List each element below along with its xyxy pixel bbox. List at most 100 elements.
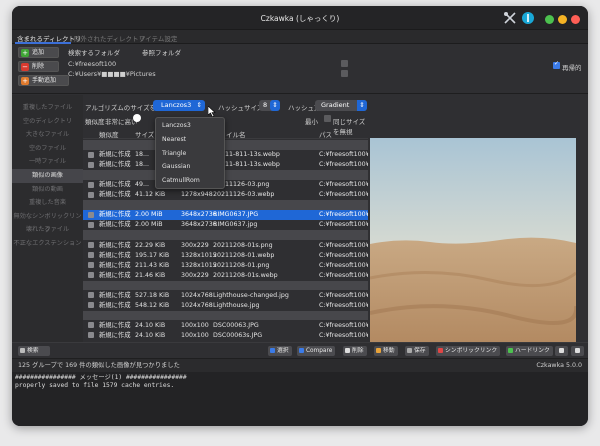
cell-sim: 新規に作成 (99, 161, 131, 169)
table-row[interactable]: 新規に作成 195.17 KiB 1328x1015 20211208-01.webp… (83, 251, 368, 261)
resize-algorithm-select[interactable]: Lanczos3 ⇕ (153, 100, 205, 111)
compare-label: Compare (306, 348, 333, 354)
group-separator-row[interactable] (83, 170, 368, 180)
group-separator-row[interactable] (83, 140, 368, 150)
tab-excluded[interactable]: 除外されたディレクトリ (74, 33, 145, 43)
table-row[interactable]: 新規に作成 527.18 KiB 1024x768 Lighthouse-change… (83, 291, 368, 301)
select-button[interactable]: 選択 (268, 346, 292, 356)
chevron-updown-icon[interactable]: ⇕ (270, 100, 280, 111)
row-checkbox[interactable] (88, 332, 94, 339)
sidebar-item[interactable]: 空のファイル (12, 142, 83, 156)
row-checkbox[interactable] (88, 161, 94, 168)
hash-method-select[interactable]: Gradient ⇕ (315, 100, 367, 111)
hardlink-button[interactable]: ハードリンク (506, 346, 553, 356)
row-checkbox[interactable] (88, 221, 94, 228)
delete-button[interactable]: 削除 (343, 346, 367, 356)
hash-method-value: Gradient (321, 101, 350, 109)
table-row[interactable]: 新規に作成 41.12 KiB 1278x948 20211126-03.webp C:… (83, 190, 368, 200)
table-row[interactable]: 新規に作成 18... 20211-811-13s.webp C:¥freesoft1… (83, 160, 368, 170)
search-button[interactable]: 検索 (18, 346, 50, 356)
sidebar-item[interactable]: 無効なシンボリックリンク (12, 210, 83, 234)
sidebar-item[interactable]: 重複した音楽 (12, 196, 83, 210)
sidebar-item[interactable]: 重複したファイル (12, 101, 83, 115)
tab-item-settings[interactable]: アイテム設定 (139, 33, 177, 43)
sidebar-item[interactable]: 不正なエクステンション (12, 237, 83, 251)
recursive-checkbox[interactable] (553, 60, 560, 69)
minimize-button[interactable] (558, 15, 567, 24)
dropdown-option[interactable]: Triangle (156, 147, 224, 160)
row-checkbox[interactable] (88, 181, 94, 188)
cell-sim: 新規に作成 (99, 191, 131, 199)
dropdown-option[interactable]: Nearest (156, 133, 224, 146)
table-row[interactable]: 新規に作成 548.12 KiB 1024x768 Lighthouse.jpg C:¥… (83, 301, 368, 311)
row-checkbox[interactable] (88, 322, 94, 329)
resize-algorithm-dropdown: Lanczos3 Nearest Triangle Gaussian CatmullRo… (155, 117, 225, 189)
chevron-updown-icon: ⇕ (357, 100, 367, 111)
dropdown-option[interactable]: Gaussian (156, 160, 224, 173)
cell-size: 22.29 KiB (135, 241, 166, 249)
dropdown-option[interactable]: CatmullRom (156, 174, 224, 187)
export-button[interactable] (571, 346, 584, 356)
cell-name: 20211208-01.webp (213, 251, 275, 259)
reference-checkbox[interactable] (341, 60, 348, 67)
info-icon[interactable] (521, 11, 535, 25)
save-button[interactable]: 保存 (405, 346, 429, 356)
manual-add-button[interactable]: + 手動追加 (18, 75, 69, 86)
group-separator-row[interactable] (83, 310, 368, 321)
results-table: 新規に作成 18... 20211-811-13s.webp C:¥freesoft1… (83, 140, 368, 342)
dropdown-option[interactable]: Lanczos3 (156, 119, 224, 132)
row-checkbox[interactable] (88, 191, 94, 198)
similarity-slider-handle[interactable] (133, 114, 141, 122)
row-checkbox[interactable] (88, 262, 94, 269)
tools-icon[interactable] (503, 11, 517, 25)
col-path[interactable]: パス (319, 129, 332, 139)
close-button[interactable] (571, 15, 580, 24)
group-separator-row[interactable] (83, 280, 368, 291)
row-checkbox[interactable] (88, 151, 94, 158)
table-row[interactable]: 新規に作成 24.10 KiB 100x100 DSC00063.JPG C:¥free… (83, 321, 368, 331)
table-row[interactable]: 新規に作成 49... 20211126-03.png C:¥freesoft100¥… (83, 180, 368, 190)
maximize-button[interactable] (545, 15, 554, 24)
cell-name: DSC00063.JPG (213, 321, 259, 329)
table-row[interactable]: 新規に作成 211.43 KiB 1328x1015 20211208-01.png C… (83, 261, 368, 271)
cell-dim: 1024x768 (181, 291, 213, 299)
symlink-button[interactable]: シンボリックリンク (436, 346, 501, 356)
table-row[interactable]: 新規に作成 2.00 MiB 3648x2736 RIMG0637.JPG C:¥fre… (83, 210, 368, 220)
group-separator-row[interactable] (83, 200, 368, 210)
folder-path[interactable]: C:¥Users¥■■■■¥Pictures (68, 70, 156, 78)
col-size[interactable]: サイズ (135, 129, 154, 139)
move-button[interactable]: 移動 (374, 346, 398, 356)
row-checkbox[interactable] (88, 272, 94, 279)
sidebar-item[interactable]: 壊れたファイル (12, 223, 83, 237)
settings-button[interactable] (555, 346, 568, 356)
table-row[interactable]: 新規に作成 2.00 MiB 3648x2736 RIMG0637.jpg C:¥fre… (83, 220, 368, 230)
header-reference-folder: 参照フォルダ (142, 49, 181, 57)
row-checkbox[interactable] (88, 292, 94, 299)
cell-dim: 3648x2736 (181, 211, 217, 219)
sidebar-item[interactable]: 類似の画像 (12, 169, 83, 183)
col-similarity[interactable]: 類似度 (99, 129, 119, 139)
row-checkbox[interactable] (88, 252, 94, 259)
row-checkbox[interactable] (88, 242, 94, 248)
sidebar-item[interactable]: 類似の動画 (12, 183, 83, 197)
sidebar-item[interactable]: 一時ファイル (12, 155, 83, 169)
add-button[interactable]: + 追加 (18, 47, 59, 58)
cell-sim: 新規に作成 (99, 211, 131, 219)
folder-path[interactable]: C:¥freesoft100 (68, 60, 116, 68)
row-checkbox[interactable] (88, 302, 94, 309)
remove-button[interactable]: − 削除 (18, 61, 59, 72)
same-size-checkbox[interactable] (324, 115, 331, 122)
cell-dim: 1328x1015 (181, 251, 217, 259)
compare-button[interactable]: Compare (297, 346, 336, 356)
table-row[interactable]: 新規に作成 22.29 KiB 300x229 20211208-01s.png C:¥… (83, 241, 368, 251)
cell-size: 2.00 MiB (135, 221, 163, 229)
table-row[interactable]: 新規に作成 18... 20211-811-13s.webp C:¥freesoft1… (83, 150, 368, 160)
cell-sim: 新規に作成 (99, 291, 131, 299)
group-separator-row[interactable] (83, 230, 368, 240)
sidebar-item[interactable]: 大きなファイル (12, 128, 83, 142)
reference-checkbox[interactable] (341, 70, 348, 77)
sidebar-item[interactable]: 空のディレクトリ (12, 115, 83, 129)
table-row[interactable]: 新規に作成 21.46 KiB 300x229 20211208-01s.webp C:… (83, 271, 368, 281)
row-checkbox[interactable] (88, 211, 94, 218)
table-row[interactable]: 新規に作成 24.10 KiB 100x100 DSC00063s.JPG C:¥fre… (83, 331, 368, 341)
